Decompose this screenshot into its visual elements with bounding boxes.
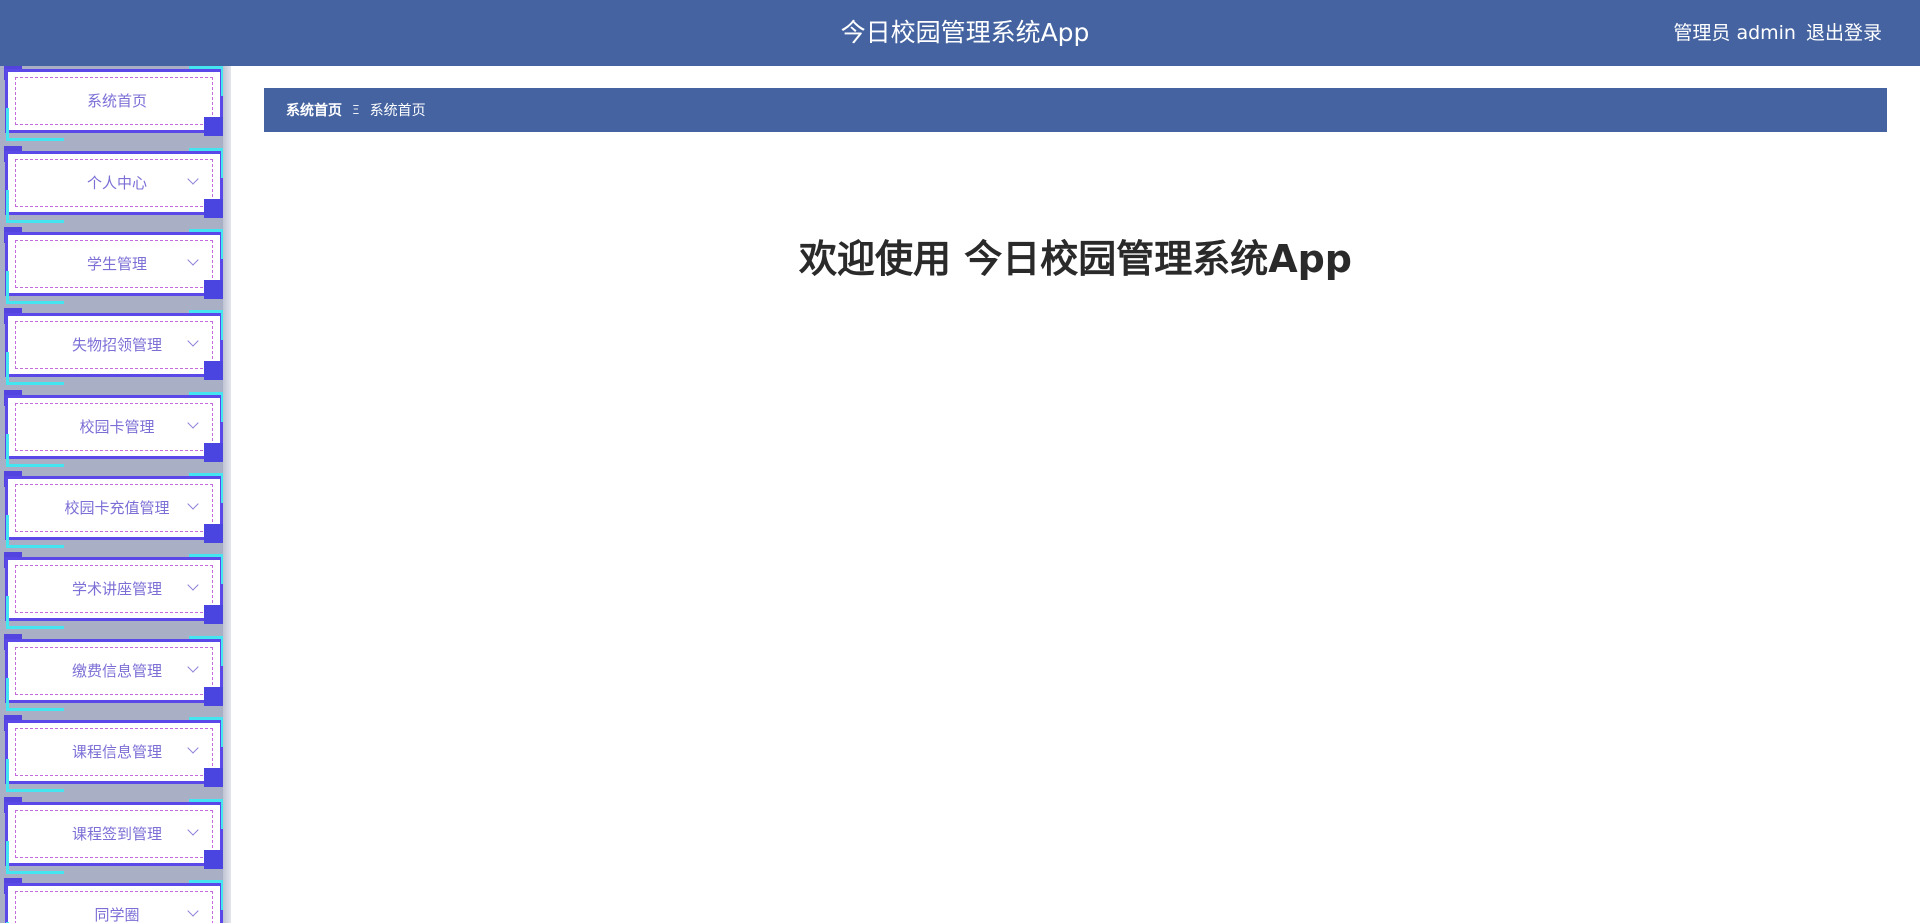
sidebar-item-card-recharge[interactable]: 校园卡充值管理	[0, 471, 231, 553]
user-label: 管理员 admin	[1673, 22, 1796, 44]
top-header: 今日校园管理系统App 管理员 admin 退出登录	[0, 0, 1920, 66]
sidebar-item-label: 同学圈	[94, 906, 140, 923]
sidebar-item-campus-card[interactable]: 校园卡管理	[0, 390, 231, 472]
breadcrumb-current: 系统首页	[369, 103, 426, 119]
breadcrumb-separator-icon: Ξ	[352, 103, 360, 117]
sidebar-item-classmates[interactable]: 同学圈	[0, 878, 231, 923]
sidebar-item-lectures[interactable]: 学术讲座管理	[0, 552, 231, 634]
app-title: 今日校园管理系统App	[840, 18, 1090, 47]
logout-link[interactable]: 退出登录	[1806, 0, 1882, 66]
sidebar-item-course-checkin[interactable]: 课程签到管理	[0, 797, 231, 879]
sidebar-item-lost-found[interactable]: 失物招领管理	[0, 308, 231, 390]
sidebar-item-home[interactable]: 系统首页	[0, 66, 231, 146]
sidebar-item-payments[interactable]: 缴费信息管理	[0, 634, 231, 716]
sidebar-item-label: 系统首页	[86, 92, 147, 110]
sidebar-item-courses[interactable]: 课程信息管理	[0, 715, 231, 797]
welcome-heading: 欢迎使用 今日校园管理系统App	[798, 237, 1353, 281]
breadcrumb: 系统首页 Ξ 系统首页	[264, 88, 1887, 132]
breadcrumb-home-link[interactable]: 系统首页	[286, 100, 342, 120]
sidebar-menu: 系统首页 个人中心 学生管理 失物招领管理 校园卡管理 校园卡充值管理 学术讲座…	[0, 66, 231, 923]
sidebar-item-personal-center[interactable]: 个人中心	[0, 146, 231, 228]
sidebar-item-students[interactable]: 学生管理	[0, 227, 231, 309]
user-area: 管理员 admin 退出登录	[1673, 0, 1882, 66]
